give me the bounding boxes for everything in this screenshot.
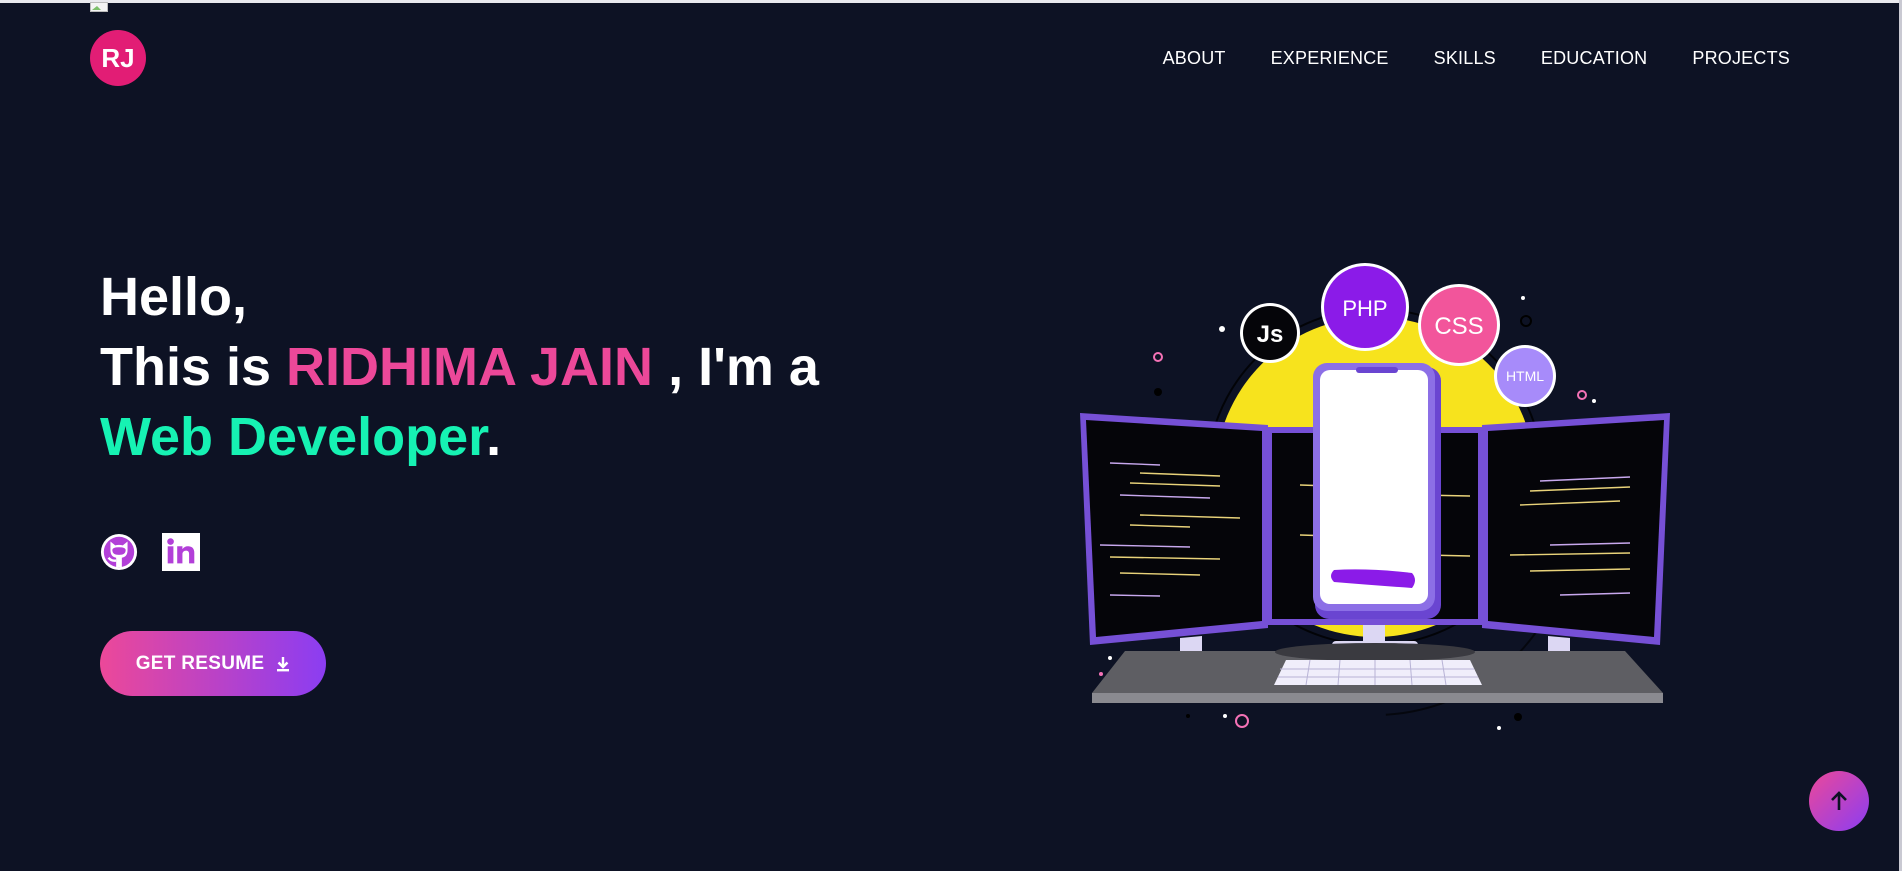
github-icon[interactable] [100,533,138,571]
nav-education-link[interactable]: EDUCATION [1541,48,1647,69]
developer-workspace-illustration: Js PHP CSS HTML [1080,263,1670,730]
top-border [0,0,1902,3]
badge-js: Js [1257,321,1284,348]
nav-skills-link[interactable]: SKILLS [1434,48,1496,69]
get-resume-button[interactable]: GET RESUME [100,631,326,696]
badge-css: CSS [1434,313,1483,340]
download-icon [277,656,290,671]
broken-image-icon [90,2,108,12]
social-links [100,533,200,571]
role-suffix: . [486,407,502,467]
intro-line: This is RIDHIMA JAIN , I'm a [100,332,819,402]
arrow-up-icon [1831,791,1847,810]
hero-heading: Hello, This is RIDHIMA JAIN , I'm a Web … [100,262,819,472]
nav-experience-link[interactable]: EXPERIENCE [1271,48,1389,69]
logo-text: RJ [101,42,135,73]
linkedin-icon[interactable] [162,533,200,571]
greeting-text: Hello, [100,267,248,327]
developer-name: RIDHIMA JAIN [286,337,654,397]
main-nav: ABOUT EXPERIENCE SKILLS EDUCATION PROJEC… [1163,48,1790,69]
badge-php: PHP [1342,296,1387,321]
badge-html: HTML [1506,368,1544,384]
intro-suffix: , I'm a [653,337,819,397]
nav-projects-link[interactable]: PROJECTS [1692,48,1790,69]
logo-avatar[interactable]: RJ [90,30,146,86]
greeting-line: Hello, [100,262,819,332]
role-line: Web Developer. [100,402,819,472]
get-resume-label: GET RESUME [135,652,265,674]
role-text: Web Developer [100,407,487,467]
intro-prefix: This is [100,337,287,397]
scroll-to-top-button[interactable] [1809,771,1869,831]
nav-about-link[interactable]: ABOUT [1163,48,1226,69]
